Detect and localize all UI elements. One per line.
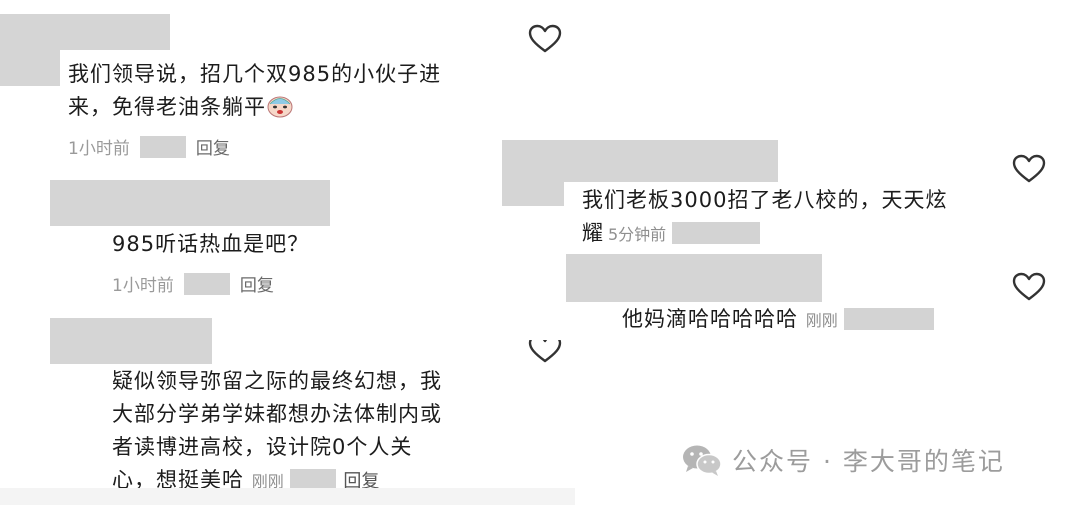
- redacted-avatar: [502, 182, 564, 206]
- redacted-username: [50, 318, 212, 364]
- comment-2-meta: 1小时前 回复: [112, 271, 274, 296]
- comment-2-time: 1小时前: [112, 276, 174, 296]
- redacted-username: [566, 254, 822, 302]
- comment-5-text: 他妈滴哈哈哈哈哈: [622, 307, 798, 331]
- redacted-location: [289, 469, 336, 490]
- like-heart-icon[interactable]: [1012, 154, 1046, 184]
- redacted-username: [50, 180, 330, 226]
- like-heart-icon[interactable]: [528, 24, 562, 54]
- crying-laughing-emoji-icon: [266, 94, 294, 118]
- comment-4-line-1: 我们老板3000招了老八校的，天天炫: [582, 188, 948, 212]
- comment-5-time: 刚刚: [805, 311, 838, 330]
- comment-1-line-2: 来，免得老油条躺平: [68, 92, 294, 122]
- comment-1-time: 1小时前: [68, 139, 130, 159]
- redacted-username: [0, 14, 170, 50]
- watermark-text: 公众号 · 李大哥的笔记: [732, 447, 1005, 476]
- comment-1-line-2-text: 来，免得老油条躺平: [68, 95, 266, 119]
- comment-2-reply-button[interactable]: 回复: [240, 271, 274, 296]
- comment-1-meta: 1小时前 回复: [68, 134, 230, 159]
- comment-4-time: 5分钟前: [608, 225, 667, 244]
- comment-4-line-2: 耀 5分钟前: [582, 218, 761, 250]
- watermark: 公众号 · 李大哥的笔记: [680, 442, 1005, 478]
- comment-3-line-1: 疑似领导弥留之际的最终幻想，我: [112, 369, 442, 393]
- comment-3-line-4: 心，想挺美哈 刚刚 回复: [112, 465, 379, 490]
- redacted-avatar: [0, 50, 60, 86]
- like-heart-icon[interactable]: [1012, 272, 1046, 302]
- comment-4-line-2-text: 耀: [582, 221, 604, 245]
- comment-2-text: 985听话热血是吧？: [112, 232, 310, 256]
- comment-3-line-4-text: 心，想挺美哈: [112, 468, 244, 490]
- redacted-location: [139, 135, 186, 158]
- redacted-username: [502, 140, 778, 182]
- redacted-location: [843, 308, 934, 330]
- comment-1-reply-button[interactable]: 回复: [196, 134, 230, 159]
- redacted-location: [183, 272, 230, 295]
- comment-3-line-2: 大部分学弟学妹都想办法体制内或: [112, 402, 442, 426]
- comment-1-line-1: 我们领导说，招几个双985的小伙子进: [68, 62, 442, 86]
- right-comment-panel: 我们老板3000招了老八校的，天天炫 耀 5分钟前 他妈滴哈哈哈哈哈 刚刚: [490, 130, 1067, 340]
- wechat-icon: [680, 442, 724, 478]
- panel-bottom-edge: [0, 488, 575, 505]
- left-comment-panel: 我们领导说，招几个双985的小伙子进 来，免得老油条躺平 1小时前 回复 985…: [0, 0, 575, 490]
- comment-5-line: 他妈滴哈哈哈哈哈 刚刚: [622, 304, 934, 336]
- redacted-location: [672, 222, 761, 244]
- comment-3-line-3: 者读博进高校，设计院0个人关: [112, 435, 413, 459]
